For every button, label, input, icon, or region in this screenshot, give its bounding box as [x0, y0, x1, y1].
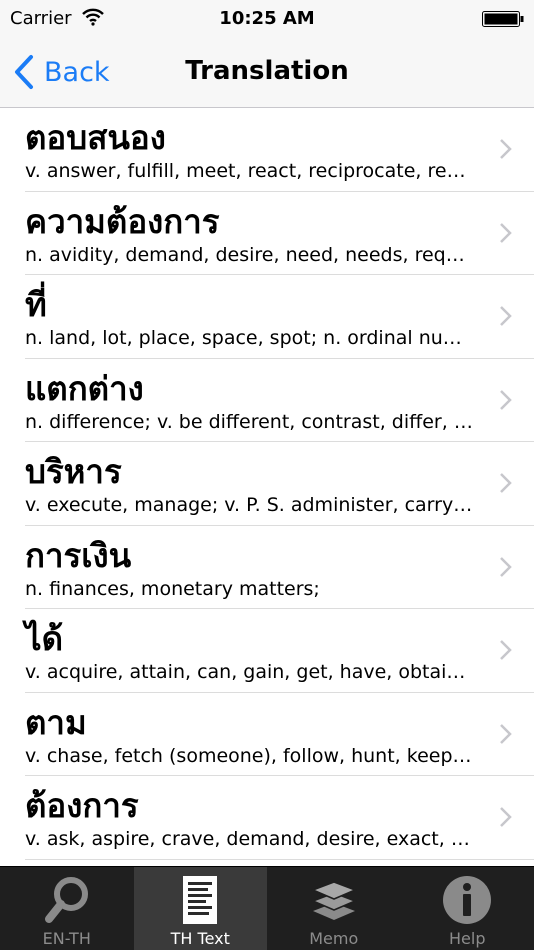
- chevron-right-icon: [500, 306, 512, 326]
- meaning-text: v. ask, aspire, crave, demand, desire, e…: [25, 828, 475, 850]
- info-icon: [443, 876, 492, 924]
- list-item[interactable]: การเงิน n. finances, monetary matters;: [25, 526, 534, 609]
- meaning-text: n. difference; v. be different, contrast…: [25, 410, 475, 433]
- chevron-right-icon: [500, 139, 512, 159]
- document-icon: [183, 876, 218, 924]
- list-item[interactable]: ที่ n. land, lot, place, space, spot; n.…: [25, 275, 534, 359]
- navigation-bar: Back Translation: [0, 38, 534, 108]
- list-item[interactable]: ความต้องการ n. avidity, demand, desire, …: [25, 192, 534, 275]
- chevron-right-icon: [500, 807, 512, 827]
- thai-word: บริหาร: [25, 452, 122, 491]
- thai-word: ที่: [25, 285, 47, 324]
- chevron-right-icon: [500, 473, 512, 493]
- status-bar: Carrier 10:25 AM: [0, 0, 534, 38]
- layers-icon: [310, 881, 357, 920]
- tab-en-th[interactable]: EN-TH: [0, 867, 134, 950]
- thai-word: ความต้องการ: [25, 201, 220, 241]
- thai-word: ตอบสนอง: [25, 118, 166, 157]
- translation-list: ตอบสนอง v. answer, fulfill, meet, react,…: [0, 108, 534, 866]
- search-icon: [44, 877, 88, 923]
- thai-word: ต้องการ: [25, 786, 139, 825]
- list-item[interactable]: ตาม v. chase, fetch (someone), follow, h…: [25, 693, 534, 776]
- thai-word: การเงิน: [25, 535, 132, 575]
- thai-word: ตาม: [25, 702, 87, 742]
- meaning-text: v. acquire, attain, can, gain, get, have…: [25, 661, 475, 683]
- status-time: 10:25 AM: [219, 8, 315, 29]
- chevron-right-icon: [500, 723, 512, 744]
- tab-memo[interactable]: Memo: [267, 867, 401, 950]
- meaning-text: n. avidity, demand, desire, need, needs,…: [25, 243, 475, 266]
- tab-bar: EN-TH TH Text Memo Help: [0, 866, 534, 950]
- page-title: Translation: [185, 56, 349, 86]
- meaning-text: n. land, lot, place, space, spot; n. ord…: [25, 327, 475, 349]
- list-item[interactable]: ต้องการ v. ask, aspire, crave, demand, d…: [25, 776, 534, 860]
- tab-label: EN-TH: [42, 929, 91, 948]
- meaning-text: n. finances, monetary matters;: [25, 577, 320, 600]
- tab-label: TH Text: [170, 929, 230, 948]
- tab-label: Memo: [309, 929, 359, 948]
- tab-label: Help: [449, 929, 486, 948]
- chevron-right-icon: [500, 389, 512, 410]
- chevron-right-icon: [500, 640, 512, 660]
- list-item[interactable]: ได้ v. acquire, attain, can, gain, get, …: [25, 609, 534, 693]
- meaning-text: v. answer, fulfill, meet, react, recipro…: [25, 160, 475, 182]
- list-item[interactable]: บริหาร v. execute, manage; v. P. S. admi…: [25, 442, 534, 526]
- tab-help[interactable]: Help: [401, 867, 534, 950]
- chevron-right-icon: [500, 222, 512, 243]
- thai-word: ได้: [25, 619, 64, 658]
- thai-word: แตกต่าง: [25, 368, 144, 408]
- meaning-text: v. chase, fetch (someone), follow, hunt,…: [25, 744, 475, 767]
- chevron-right-icon: [500, 556, 512, 577]
- battery-icon: [482, 11, 524, 27]
- tab-th-text[interactable]: TH Text: [133, 867, 267, 950]
- list-item[interactable]: แตกต่าง n. difference; v. be different, …: [25, 359, 534, 442]
- meaning-text: v. execute, manage; v. P. S. administer,…: [25, 494, 473, 516]
- list-item[interactable]: ตอบสนอง v. answer, fulfill, meet, react,…: [25, 108, 534, 192]
